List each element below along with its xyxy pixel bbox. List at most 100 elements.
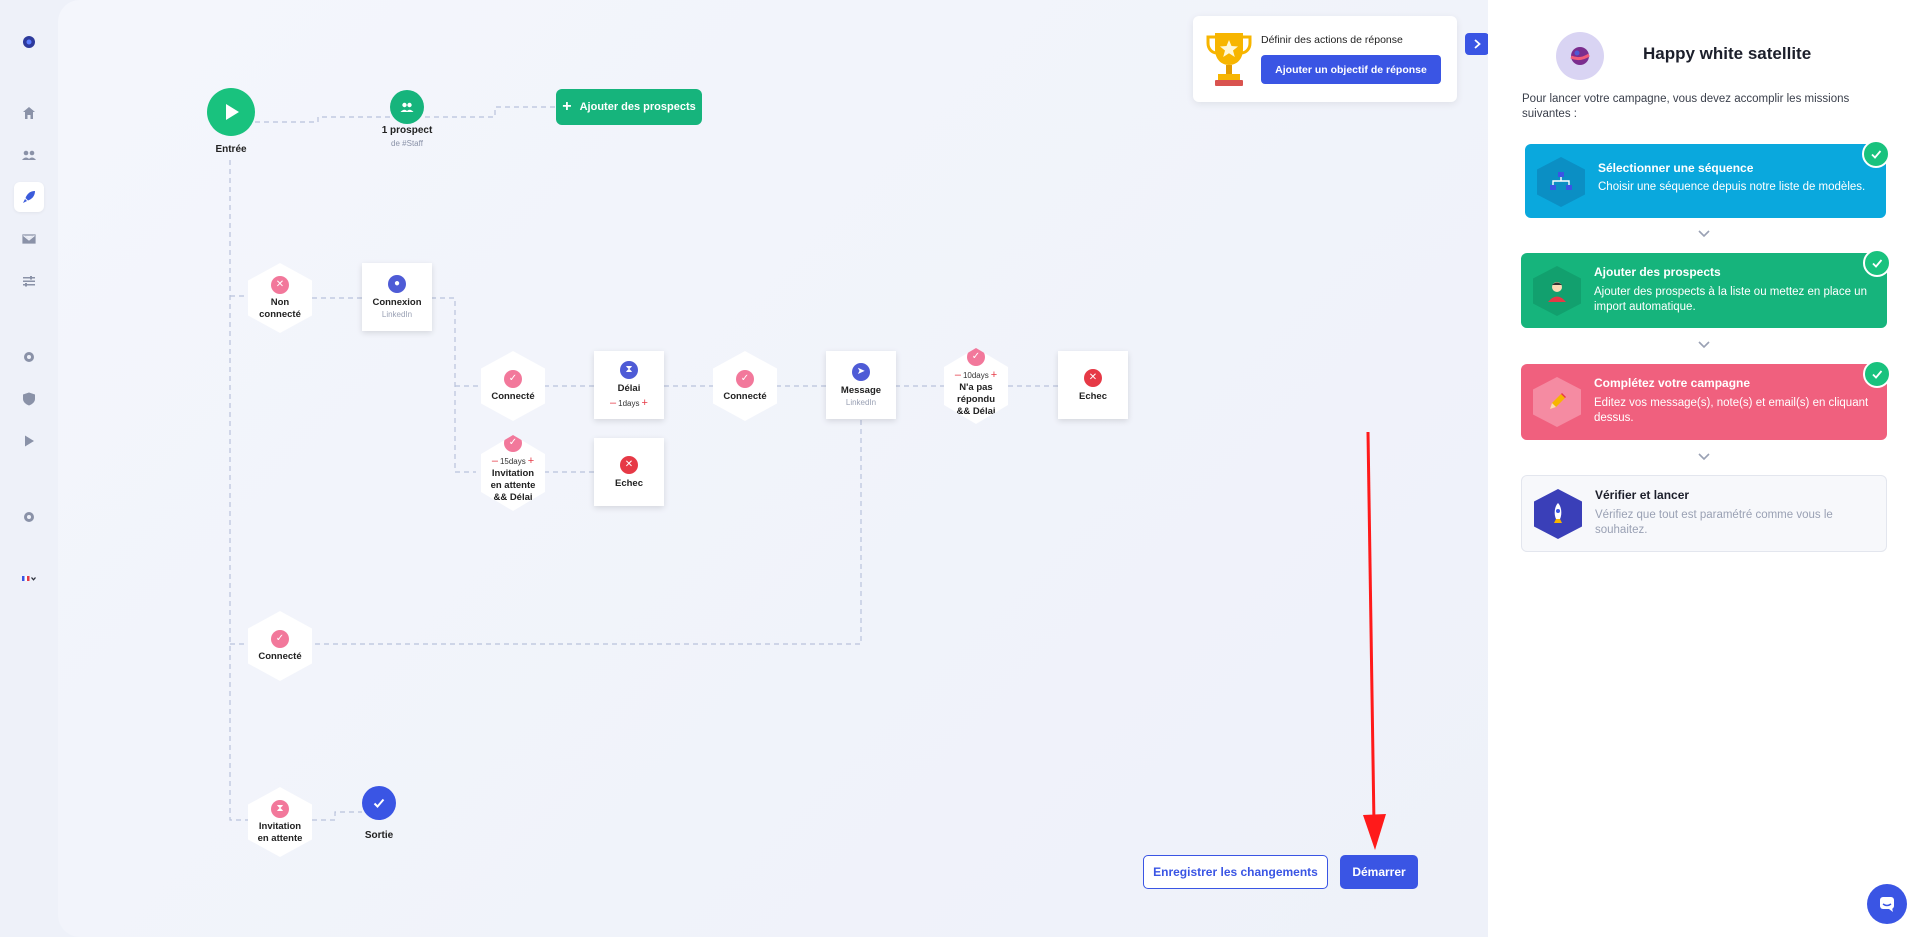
node-invitation-label: Invitation en attente && Délai	[490, 468, 536, 503]
add-prospects-button[interactable]: + Ajouter des prospects	[556, 89, 702, 125]
minus-icon[interactable]: –	[492, 455, 498, 467]
delay-stepper[interactable]: – 1days +	[610, 397, 648, 409]
mission-complete-campaign-desc: Editez vos message(s), note(s) et email(…	[1594, 397, 1869, 424]
close-icon: ✕	[620, 455, 638, 474]
mail-icon[interactable]	[14, 224, 44, 254]
home-icon[interactable]	[14, 98, 44, 128]
node-connexion-sub: LinkedIn	[381, 310, 413, 319]
rocket-icon[interactable]	[14, 182, 44, 212]
add-prospects-label: Ajouter des prospects	[579, 101, 696, 113]
mission-add-prospects-desc: Ajouter des prospects à la liste ou mett…	[1594, 286, 1867, 313]
minus-icon[interactable]: –	[610, 397, 616, 409]
prospect-count: 1 prospect	[381, 125, 433, 136]
settings-icon[interactable]	[14, 502, 44, 532]
node-invitation-attente-label: Invitation en attente	[257, 820, 303, 844]
node-message-sub: LinkedIn	[845, 398, 877, 407]
mission-complete-campaign-title: Complétez votre campagne	[1594, 376, 1751, 390]
check-icon: ✓	[736, 369, 754, 388]
plus-icon[interactable]: +	[642, 397, 648, 409]
mission-complete-campaign[interactable]: Complétez votre campagne Editez vos mess…	[1521, 360, 1891, 440]
node-non-connecte-label: Non connecté	[259, 296, 301, 320]
plus-icon: +	[562, 98, 572, 115]
users-icon	[400, 102, 414, 112]
campaign-name: Happy white satellite	[1643, 44, 1812, 63]
mission-verify-launch-desc: Vérifiez que tout est paramétré comme vo…	[1595, 509, 1833, 536]
sequence-icon	[1537, 157, 1585, 207]
node-connecte-2-label: Connecté	[723, 390, 767, 402]
planet-icon	[1570, 47, 1590, 65]
campaign-avatar	[1556, 32, 1604, 80]
check-icon: ✓	[271, 629, 289, 648]
add-goal-button[interactable]: Ajouter un objectif de réponse	[1261, 55, 1441, 84]
flag-fr-icon[interactable]	[14, 564, 44, 594]
minus-icon[interactable]: –	[955, 369, 961, 381]
entry-label: Entrée	[215, 144, 247, 155]
goal-title: Définir des actions de réponse	[1261, 34, 1403, 46]
node-connecte-1-label: Connecté	[491, 390, 535, 402]
chat-icon	[1880, 897, 1894, 912]
mission-add-prospects-title: Ajouter des prospects	[1594, 265, 1721, 279]
node-delai[interactable]: ⧗ Délai – 1days +	[594, 351, 664, 419]
npr-delay-value: 10days	[962, 370, 989, 380]
node-connexion[interactable]: ● Connexion LinkedIn	[362, 263, 432, 331]
chevron-down-icon	[1698, 453, 1710, 461]
mission-select-sequence-title: Sélectionner une séquence	[1598, 161, 1754, 175]
plus-icon[interactable]: +	[528, 455, 534, 467]
goal-card: Définir des actions de réponse Ajouter u…	[1193, 16, 1457, 102]
plus-icon[interactable]: +	[991, 369, 997, 381]
user-icon: ●	[388, 275, 406, 293]
mission-add-prospects[interactable]: Ajouter des prospects Ajouter des prospe…	[1521, 249, 1891, 328]
start-campaign-button[interactable]: Démarrer	[1340, 855, 1418, 889]
mission-verify-launch-title: Vérifier et lancer	[1595, 488, 1690, 502]
entry-node[interactable]	[207, 88, 255, 136]
npr-delay-stepper[interactable]: – 10days +	[955, 369, 997, 381]
node-message[interactable]: ➤ Message LinkedIn	[826, 351, 896, 419]
send-icon: ➤	[852, 363, 870, 381]
gear-icon[interactable]	[14, 342, 44, 372]
invitation-delay-stepper[interactable]: – 15days +	[492, 455, 534, 467]
save-changes-button[interactable]: Enregistrer les changements	[1143, 855, 1328, 889]
chat-button[interactable]	[1867, 884, 1907, 924]
node-connecte-3-label: Connecté	[258, 650, 302, 662]
exit-label: Sortie	[364, 830, 394, 841]
node-echec-2-label: Echec	[615, 477, 643, 489]
exit-node[interactable]	[362, 786, 396, 820]
check-icon	[1863, 360, 1891, 388]
node-message-label: Message	[840, 385, 882, 396]
play-icon[interactable]	[14, 426, 44, 456]
collapse-panel-button[interactable]	[1465, 33, 1489, 55]
pencil-icon	[1533, 377, 1581, 427]
rocket-icon	[1534, 489, 1582, 539]
chevron-right-icon	[1474, 39, 1481, 49]
chevron-down-icon	[1698, 230, 1710, 238]
delay-value: 1days	[618, 398, 640, 408]
close-icon: ✕	[271, 275, 289, 294]
trophy-icon	[1206, 33, 1252, 86]
node-echec-2[interactable]: ✕ Echec	[594, 438, 664, 506]
prospect-node[interactable]	[390, 90, 424, 124]
users-icon[interactable]	[14, 140, 44, 170]
mission-verify-launch[interactable]: Vérifier et lancer Vérifiez que tout est…	[1521, 475, 1887, 552]
missions-intro: Pour lancer votre campagne, vous devez a…	[1522, 93, 1850, 120]
logo-icon[interactable]	[14, 27, 44, 57]
check-icon: ✓	[504, 369, 522, 388]
sidebar	[0, 0, 58, 937]
mission-select-sequence-desc: Choisir une séquence depuis notre liste …	[1598, 181, 1866, 193]
invitation-delay-value: 15days	[499, 456, 526, 466]
hourglass-icon: ⧗	[620, 361, 638, 379]
node-echec-1-label: Echec	[1079, 390, 1107, 402]
shield-icon[interactable]	[14, 384, 44, 414]
node-connexion-label: Connexion	[372, 297, 422, 308]
node-echec-1[interactable]: ✕ Echec	[1058, 351, 1128, 419]
mission-select-sequence[interactable]: Sélectionner une séquence Choisir une sé…	[1525, 140, 1890, 218]
campaign-panel	[1488, 0, 1920, 937]
sliders-icon[interactable]	[14, 266, 44, 296]
prospect-source: de #Staff	[391, 139, 423, 148]
node-delai-label: Délai	[617, 383, 641, 394]
close-icon: ✕	[1084, 368, 1102, 387]
prospect-icon	[1533, 266, 1581, 316]
check-icon	[1863, 249, 1891, 277]
check-icon	[373, 798, 385, 808]
chevron-down-icon	[1698, 341, 1710, 349]
node-npr-label: N'a pas répondu && Délai	[956, 382, 996, 417]
